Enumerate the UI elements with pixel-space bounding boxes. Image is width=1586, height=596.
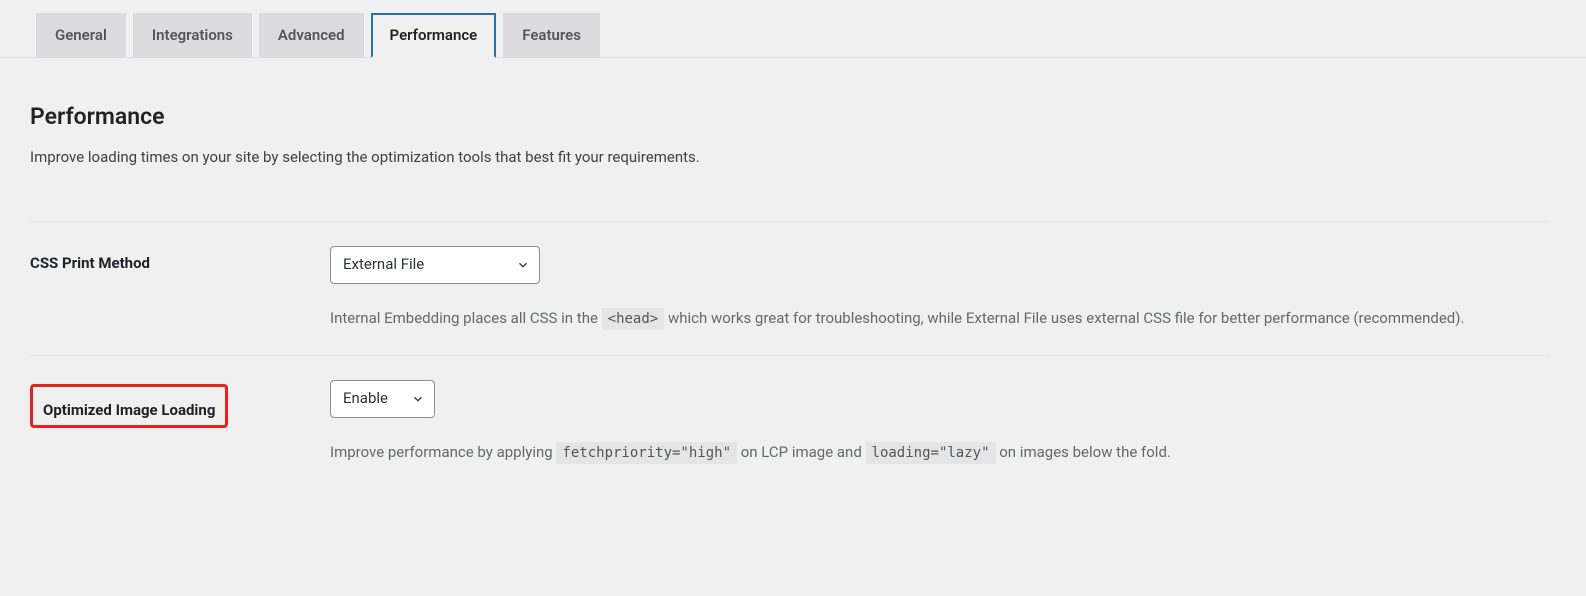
- tab-integrations[interactable]: Integrations: [133, 13, 252, 57]
- field-css-print-method: CSS Print Method External File Internal …: [30, 221, 1550, 355]
- css-print-help: Internal Embedding places all CSS in the…: [330, 306, 1550, 332]
- css-print-select[interactable]: External File: [330, 246, 540, 284]
- tab-general[interactable]: General: [36, 13, 126, 57]
- code-head: <head>: [602, 308, 665, 330]
- settings-content: Performance Improve loading times on you…: [0, 58, 1586, 490]
- code-fetchpriority: fetchpriority="high": [556, 442, 737, 464]
- optimized-image-help: Improve performance by applying fetchpri…: [330, 440, 1550, 466]
- css-print-label: CSS Print Method: [30, 246, 330, 272]
- optimized-image-label: Optimized Image Loading: [43, 393, 215, 419]
- tab-advanced[interactable]: Advanced: [259, 13, 364, 57]
- highlight-annotation: Optimized Image Loading: [30, 384, 228, 428]
- section-title: Performance: [30, 103, 1550, 130]
- section-description: Improve loading times on your site by se…: [30, 148, 1550, 166]
- tab-features[interactable]: Features: [503, 13, 600, 57]
- settings-tabs: General Integrations Advanced Performanc…: [0, 0, 1586, 58]
- code-loading-lazy: loading="lazy": [866, 442, 996, 464]
- optimized-image-select[interactable]: Enable: [330, 380, 435, 418]
- field-optimized-image-loading: Optimized Image Loading Enable Improve p…: [30, 355, 1550, 489]
- tab-performance[interactable]: Performance: [371, 13, 497, 58]
